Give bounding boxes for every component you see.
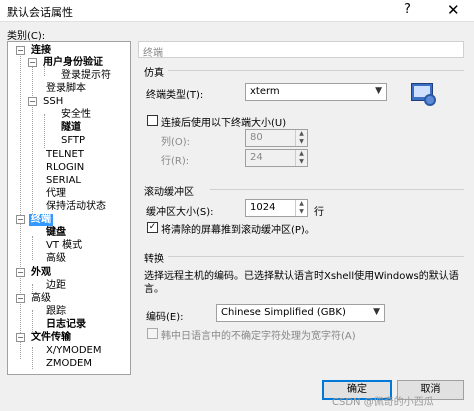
collapse-terminal-icon[interactable]: − (16, 215, 25, 224)
tree-item-login-script[interactable]: 登录脚本 (46, 83, 86, 95)
tree-item-zmodem[interactable]: ZMODEM (46, 358, 92, 370)
push-cleared-screen-checkbox[interactable]: ✓ (147, 222, 158, 233)
spin-down-icon[interactable]: ▼ (295, 158, 307, 166)
cjk-wide-char-checkbox[interactable] (147, 328, 158, 339)
columns-value: 80 (250, 132, 263, 143)
tree-item-terminal-advanced[interactable]: 高级 (46, 253, 66, 265)
rows-spinner[interactable]: 24 ▲ ▼ (245, 149, 308, 167)
tree-item-xymodem[interactable]: X/YMODEM (46, 345, 101, 357)
tree-item-trace[interactable]: 跟踪 (46, 306, 66, 318)
collapse-advanced-icon[interactable]: − (16, 294, 25, 303)
spin-down-icon[interactable]: ▼ (295, 138, 307, 146)
encoding-label: 编码(E): (146, 312, 184, 323)
tree-item-login-prompt[interactable]: 登录提示符 (61, 70, 111, 82)
tree-item-terminal[interactable]: 终端 (29, 214, 53, 226)
columns-spinner[interactable]: 80 ▲ ▼ (245, 129, 308, 147)
push-cleared-screen-label: 将清除的屏幕推到滚动缓冲区(P)。 (161, 225, 315, 236)
encoding-value: Chinese Simplified (GBK) (221, 307, 346, 318)
terminal-type-value: xterm (250, 86, 280, 97)
tree-item-ssh[interactable]: SSH (43, 96, 63, 108)
tree-item-logging[interactable]: 日志记录 (46, 319, 86, 331)
tree-item-security[interactable]: 安全性 (61, 109, 91, 121)
collapse-connection-icon[interactable]: − (16, 46, 25, 55)
tree-item-margins[interactable]: 边距 (46, 280, 66, 292)
encoding-description-line1: 选择远程主机的编码。已选择默认语言时Xshell使用Windows的默认语 (144, 271, 459, 282)
tree-item-proxy[interactable]: 代理 (46, 188, 66, 200)
tree-item-appearance[interactable]: 外观 (31, 267, 51, 279)
emulation-group-label: 仿真 (144, 68, 164, 79)
collapse-ssh-icon[interactable]: − (28, 97, 37, 106)
chevron-down-icon: ▼ (375, 86, 382, 96)
tree-item-sftp[interactable]: SFTP (61, 135, 85, 147)
scrollback-group-label: 滚动缓冲区 (144, 187, 194, 198)
tree-item-serial[interactable]: SERIAL (46, 175, 81, 187)
collapse-auth-icon[interactable]: − (28, 58, 37, 67)
encoding-select[interactable]: Chinese Simplified (GBK) ▼ (216, 304, 385, 322)
rows-value: 24 (250, 152, 263, 163)
watermark: CSDN @佩奇的小西瓜 (332, 397, 434, 408)
close-button[interactable]: ✕ (447, 1, 460, 19)
tree-item-keyboard[interactable]: 键盘 (46, 227, 66, 239)
buffer-size-unit: 行 (314, 207, 324, 218)
translation-group-label: 转换 (144, 254, 164, 265)
page-title: 终端 (138, 41, 464, 59)
encoding-description-line2: 言。 (144, 284, 164, 295)
chevron-down-icon: ▼ (373, 307, 380, 317)
terminal-type-label: 终端类型(T): (146, 90, 204, 101)
category-tree[interactable]: − 连接 − 用户身份验证 登录提示符 登录脚本 − SSH 安全性 隧道 SF… (7, 41, 131, 375)
collapse-appearance-icon[interactable]: − (16, 268, 25, 277)
tree-item-vt-mode[interactable]: VT 模式 (46, 240, 82, 252)
collapse-file-transfer-icon[interactable]: − (16, 333, 25, 342)
tree-item-file-transfer[interactable]: 文件传输 (31, 332, 71, 344)
buffer-size-value: 1024 (250, 202, 276, 213)
use-terminal-size-checkbox[interactable] (147, 115, 158, 126)
buffer-size-spinner[interactable]: 1024 ▲ ▼ (245, 199, 308, 217)
tree-item-telnet[interactable]: TELNET (46, 149, 84, 161)
buffer-size-label: 缓冲区大小(S): (146, 207, 214, 218)
terminal-type-select[interactable]: xterm ▼ (245, 83, 387, 101)
tree-item-keep-alive[interactable]: 保持活动状态 (46, 201, 106, 213)
use-terminal-size-label: 连接后使用以下终端大小(U) (161, 118, 287, 129)
cjk-wide-char-label: 韩中日语言中的不确定字符处理为宽字符(A) (161, 331, 356, 342)
spin-down-icon[interactable]: ▼ (295, 208, 307, 216)
spin-up-icon[interactable]: ▲ (295, 200, 307, 208)
tree-item-connection[interactable]: 连接 (31, 45, 51, 57)
tree-item-rlogin[interactable]: RLOGIN (46, 162, 84, 174)
spin-up-icon[interactable]: ▲ (295, 130, 307, 138)
tree-item-advanced[interactable]: 高级 (31, 293, 51, 305)
rows-label: 行(R): (161, 156, 190, 167)
window-title: 默认会话属性 (7, 6, 73, 19)
title-bar: 默认会话属性 ? ✕ (0, 0, 474, 22)
gear-icon (424, 94, 436, 106)
category-label: 类别(C): (7, 31, 46, 42)
spin-up-icon[interactable]: ▲ (295, 150, 307, 158)
columns-label: 列(O): (161, 137, 191, 148)
tree-item-user-auth[interactable]: 用户身份验证 (43, 57, 103, 69)
tree-item-tunnel[interactable]: 隧道 (61, 122, 81, 134)
help-button[interactable]: ? (404, 2, 411, 17)
